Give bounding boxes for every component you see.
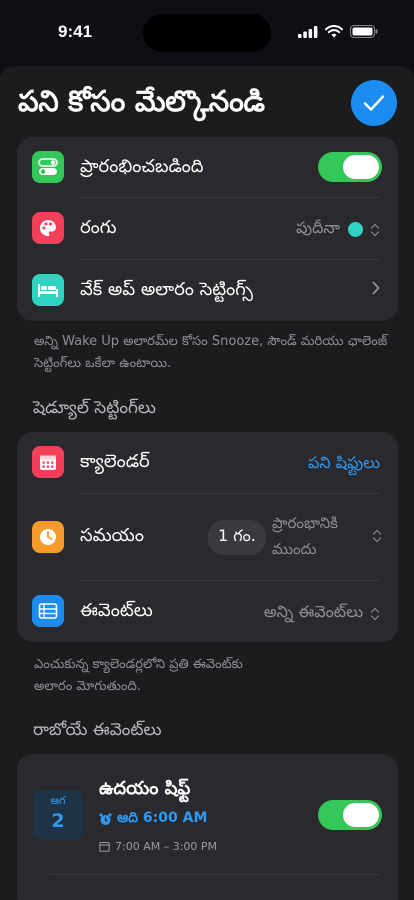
divider (49, 874, 380, 875)
wakeup-settings-label: వేక్ అప్ అలారం సెట్టింగ్స్ (80, 279, 253, 300)
color-row[interactable]: రంగు పుదీనా (17, 198, 398, 259)
schedule-footnote-line2: అలారం మోగుతుంది. (34, 679, 141, 694)
toggle-settings-icon (32, 151, 64, 183)
event-alarm-toggle[interactable] (318, 800, 382, 830)
general-footnote: అన్ని Wake Up అలారమ్‌ల కోసం Snooze, సౌండ… (34, 334, 388, 371)
event-time-range: 7:00 AM – 3:00 PM (99, 840, 217, 853)
time-offset-stepper[interactable]: 1 గం. (208, 520, 266, 555)
time-row: సమయం 1 గం. ప్రారంభానికి ముందు (17, 494, 398, 580)
wakeup-settings-row[interactable]: వేక్ అప్ అలారం సెట్టింగ్స్ (17, 260, 398, 321)
event-alarm-text: ఆది 6:00 AM (117, 810, 208, 826)
events-value-text: అన్ని ఈవెంట్‌లు (263, 602, 363, 621)
done-button[interactable] (351, 80, 397, 126)
dynamic-island (143, 14, 271, 52)
event-day: 2 (51, 810, 65, 832)
status-time: 9:41 (58, 22, 93, 41)
event-alarm: ఆది 6:00 AM (99, 810, 207, 829)
palette-icon (32, 212, 64, 244)
battery-icon (350, 25, 378, 38)
events-row[interactable]: ఈవెంట్‌లు అన్ని ఈవెంట్‌లు (17, 581, 398, 642)
event-time-text: 7:00 AM – 3:00 PM (115, 840, 218, 853)
time-anchor-select[interactable]: ప్రారంభానికి ముందు (272, 510, 382, 562)
event-month: ఆగ (50, 794, 66, 807)
chevron-up-down-icon (373, 529, 382, 543)
schedule-settings-group: క్యాలెండర్ పని షిఫ్టులు సమయం 1 గం. ప్రార… (17, 432, 398, 642)
alarm-clock-icon (99, 813, 112, 825)
clock-icon (32, 521, 64, 553)
time-label: సమయం (80, 525, 144, 546)
events-value[interactable]: అన్ని ఈవెంట్‌లు (264, 602, 380, 625)
chevron-up-down-icon (371, 223, 380, 237)
calendar-icon (32, 446, 64, 478)
color-label: రంగు (80, 217, 117, 238)
color-value[interactable]: పుదీనా (296, 218, 380, 241)
checkmark-icon (363, 95, 385, 111)
upcoming-event-card[interactable]: ఆగ 2 ఉదయం షిఫ్ట్ ఆది 6:00 AM 7:00 AM – 3… (17, 754, 398, 900)
cellular-signal-icon (298, 25, 318, 38)
general-settings-group: ప్రారంభించబడింది రంగు పుదీనా వేక్ అప్ అల… (17, 137, 398, 321)
schedule-footnote-line1: ఎంచుకున్న క్యాలెండర్లలోని ప్రతి ఈవెంట్‌క… (34, 657, 243, 672)
status-icons (298, 25, 378, 38)
chevron-right-icon (372, 281, 380, 295)
color-value-text: పుదీనా (296, 218, 340, 237)
calendar-small-icon (99, 842, 110, 852)
bed-icon (32, 274, 64, 306)
wakeup-settings-chevron (372, 281, 380, 295)
status-bar: 9:41 (0, 0, 414, 64)
upcoming-section-title: రాబోయే ఈవెంట్‌లు (33, 720, 162, 740)
calendar-value[interactable]: పని షిఫ్టులు (308, 453, 380, 476)
time-anchor-line1: ప్రారంభానికి (272, 514, 338, 532)
schedule-footnote: ఎంచుకున్న క్యాలెండర్లలోని ప్రతి ఈవెంట్‌క… (34, 654, 394, 698)
chevron-up-down-icon (371, 607, 380, 621)
page-title: పని కోసం మేల్కొనండి (18, 84, 265, 118)
time-anchor-line2: ముందు (272, 540, 317, 558)
wifi-icon (325, 25, 343, 38)
enabled-toggle[interactable] (318, 152, 382, 182)
schedule-section-title: షెడ్యూల్ సెట్టింగ్‌లు (33, 398, 156, 418)
events-label: ఈవెంట్‌లు (80, 600, 153, 621)
calendar-label: క్యాలెండర్ (80, 451, 150, 472)
calendar-row[interactable]: క్యాలెండర్ పని షిఫ్టులు (17, 432, 398, 493)
event-title: ఉదయం షిఫ్ట్ (99, 778, 191, 799)
enabled-row: ప్రారంభించబడింది (17, 137, 398, 197)
list-icon (32, 595, 64, 627)
enabled-label: ప్రారంభించబడింది (80, 156, 204, 177)
event-date-badge: ఆగ 2 (33, 790, 83, 840)
color-swatch (348, 222, 363, 237)
